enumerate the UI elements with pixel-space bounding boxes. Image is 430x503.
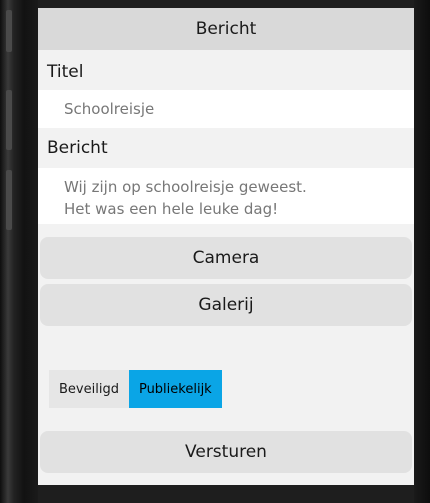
title-input[interactable]: Schoolreisje: [38, 90, 414, 128]
device-frame-left: [0, 0, 38, 503]
send-button-label: Versturen: [185, 442, 267, 462]
visibility-segmented-control: Beveiligd Publiekelijk: [49, 370, 222, 408]
navigation-bar: Bericht: [38, 8, 414, 50]
bottom-bar: [38, 485, 414, 503]
gallery-button[interactable]: Galerij: [40, 284, 412, 326]
title-label: Titel: [47, 62, 84, 82]
page-title: Bericht: [195, 19, 257, 39]
status-area: [38, 0, 414, 8]
segment-public[interactable]: Publiekelijk: [128, 370, 222, 408]
camera-button[interactable]: Camera: [40, 237, 412, 279]
camera-button-label: Camera: [192, 248, 260, 268]
device-volume-down-button: [6, 170, 12, 230]
gallery-button-label: Galerij: [198, 295, 254, 315]
message-label: Bericht: [47, 138, 108, 158]
device-frame-right: [414, 0, 430, 503]
device-volume-up-button: [6, 90, 12, 150]
segment-secured[interactable]: Beveiligd: [49, 370, 129, 408]
send-button[interactable]: Versturen: [40, 431, 412, 473]
message-textarea[interactable]: Wij zijn op schoolreisje geweest. Het wa…: [38, 168, 414, 224]
device-side-button: [6, 10, 12, 52]
app-screen: Bericht Titel Schoolreisje Bericht Wij z…: [38, 0, 414, 503]
